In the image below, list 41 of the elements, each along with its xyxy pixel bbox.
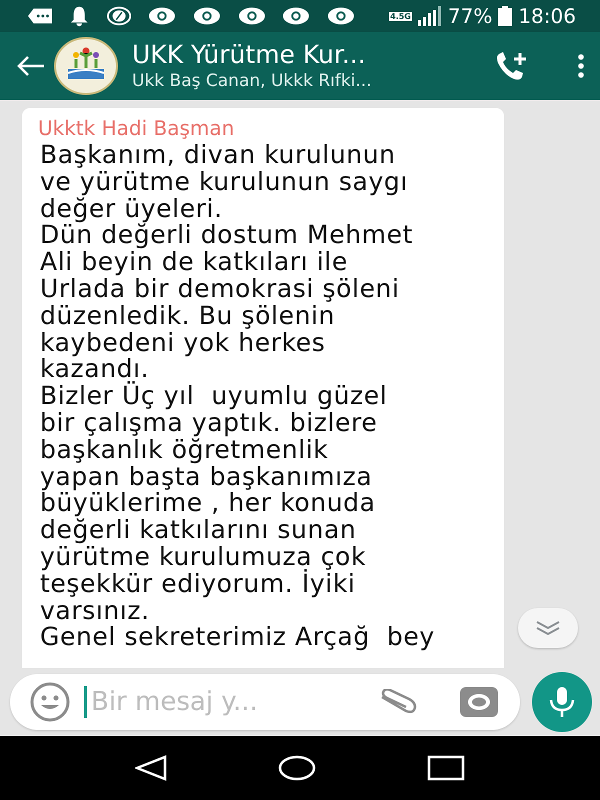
message-line: değerli katkılarını sunan (40, 517, 358, 544)
message-field[interactable]: Bir mesaj y... (10, 674, 520, 730)
message-line: başkanlık öğretmenlik (40, 436, 330, 464)
bell-icon (69, 5, 90, 27)
message-line: Ali beyin de katkıları ile (40, 249, 349, 276)
message-line: Urlada bir demokrasi şöleni (40, 276, 401, 303)
message-line: bir çalışma yaptık. bizlere (40, 410, 378, 437)
scroll-down-button[interactable] (518, 608, 578, 648)
message-line: değer üyeleri. (40, 196, 224, 222)
recents-button[interactable] (426, 755, 465, 781)
chat-title[interactable]: UKK Yürütme Kur... (132, 40, 494, 70)
clock: 18:06 (518, 4, 576, 28)
menu-button[interactable] (576, 54, 586, 78)
chat-members[interactable]: Ukk Baş Canan, Ukkk Rıfki... (132, 70, 494, 92)
message-line: Başkanım, divan kurulunun (40, 142, 397, 169)
message-line: büyüklerime , her konuda (40, 490, 377, 518)
back-nav-button[interactable] (135, 755, 168, 781)
camera-icon (460, 687, 498, 717)
message-line: yapan başta başkanımıza (40, 464, 374, 490)
sender-name: Ukktk Hadi Başman (38, 115, 236, 142)
battery-percent: 77% (448, 4, 492, 28)
group-avatar-icon[interactable] (54, 37, 118, 95)
message-icon (28, 8, 52, 24)
message-line: Dün değerli dostum Mehmet (40, 222, 414, 250)
home-button[interactable] (278, 755, 316, 781)
message-line: teşekkür ediyorum. İyiki (40, 570, 356, 598)
network-label: 4.5G (389, 12, 412, 20)
chevron-down-icon (535, 620, 561, 636)
camera-button[interactable] (460, 687, 498, 717)
signal-icon (418, 6, 442, 26)
message-line: ve yürütme kurulunun saygı (40, 168, 409, 196)
battery-icon (498, 6, 512, 26)
message-line: kaybedeni yok herkes (40, 330, 326, 356)
message-line: Bizler Üç yıl uyumlu güzel (40, 383, 388, 410)
message-line: düzenledik. Bu şölenin (40, 302, 335, 330)
emoji-icon (30, 682, 70, 722)
microphone-icon (549, 687, 575, 717)
message-line: Genel sekreterimiz Arçağ bey (40, 624, 436, 652)
back-button[interactable] (16, 55, 46, 77)
message-line: varsınız. (40, 598, 150, 624)
emoji-button[interactable] (30, 682, 70, 722)
